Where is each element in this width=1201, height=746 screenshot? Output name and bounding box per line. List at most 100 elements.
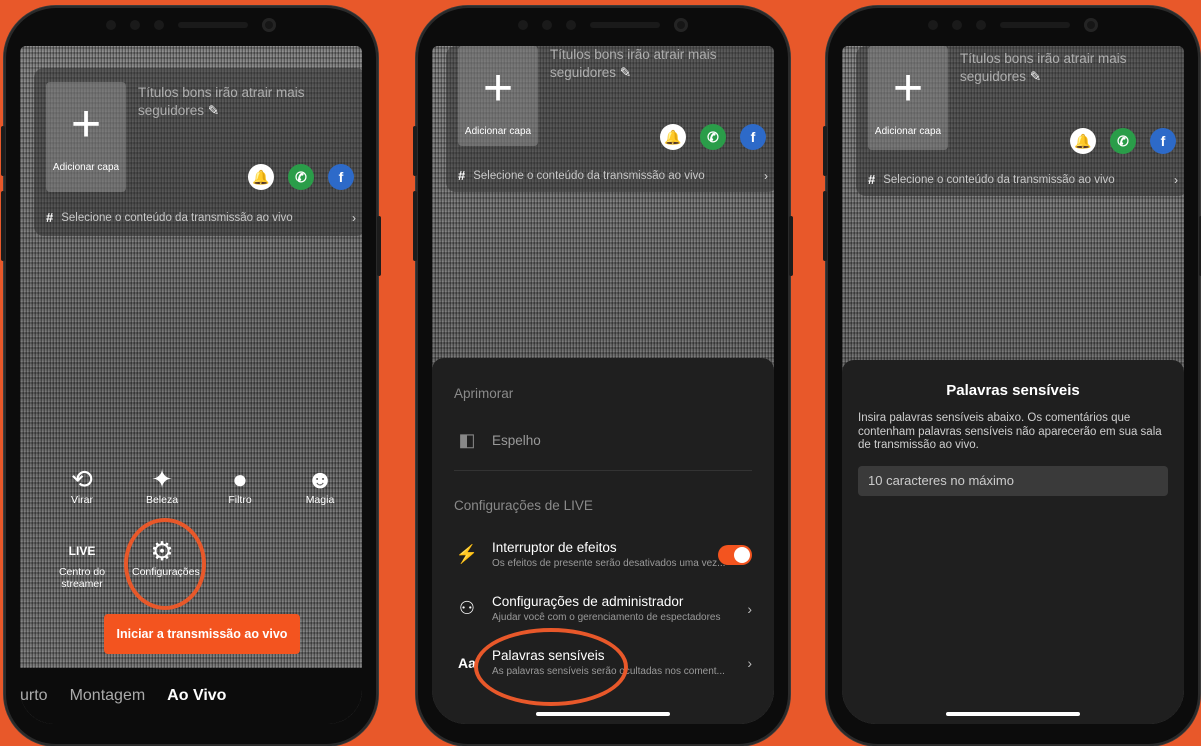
- home-indicator: [536, 712, 670, 716]
- select-content-row[interactable]: # Selecione o conteúdo da transmissão ao…: [868, 172, 1178, 187]
- volume-button: [413, 191, 417, 261]
- select-content-label: Selecione o conteúdo da transmissão ao v…: [883, 173, 1115, 186]
- facebook-icon[interactable]: f: [740, 124, 766, 150]
- chevron-right-icon: ›: [1174, 172, 1178, 187]
- hash-icon: #: [458, 168, 466, 183]
- tool-label: Centro do streamer: [58, 566, 106, 590]
- filter-icon: ●: [232, 464, 248, 494]
- live-info-card: + Adicionar capa Títulos bons irão atrai…: [446, 46, 774, 192]
- highlight-circle: [124, 518, 206, 610]
- tool-flip[interactable]: ⟲ Virar: [52, 464, 112, 506]
- title-placeholder: Títulos bons irão atrair mais seguidores: [550, 47, 717, 80]
- effects-toggle[interactable]: [718, 544, 752, 565]
- sheet-description: Insira palavras sensíveis abaixo. Os com…: [858, 412, 1162, 451]
- mirror-label: Espelho: [492, 433, 541, 448]
- add-cover-button[interactable]: + Adicionar capa: [458, 46, 538, 146]
- admin-settings-item[interactable]: ⚇ Configurações de administrador Ajudar …: [454, 594, 752, 623]
- live-info-card: + Adicionar capa Títulos bons irão atrai…: [856, 46, 1184, 196]
- whatsapp-icon[interactable]: ✆: [288, 164, 314, 190]
- admin-title: Configurações de administrador: [492, 594, 684, 609]
- camera-flip-icon: ⟲: [71, 464, 93, 494]
- mirror-icon: ◧: [458, 430, 476, 450]
- facebook-icon[interactable]: f: [1150, 128, 1176, 154]
- highlight-circle: [474, 628, 628, 706]
- camera-preview: + Adicionar capa Títulos bons irão atrai…: [842, 46, 1184, 724]
- phone-top-sensors: [928, 18, 1098, 32]
- title-placeholder: Títulos bons irão atrair mais seguidores: [138, 85, 305, 118]
- add-cover-button[interactable]: + Adicionar capa: [868, 46, 948, 150]
- admin-user-icon: ⚇: [458, 598, 476, 618]
- title-input[interactable]: Títulos bons irão atrair mais seguidores…: [960, 50, 1140, 86]
- chevron-right-icon: ›: [764, 168, 768, 183]
- title-input[interactable]: Títulos bons irão atrair mais seguidores…: [550, 46, 730, 82]
- add-cover-label: Adicionar capa: [464, 126, 532, 137]
- live-info-card: + Adicionar capa Títulos bons irão atrai…: [34, 68, 362, 236]
- share-icons: 🔔 ✆ f: [1070, 128, 1176, 154]
- phone-2: + Adicionar capa Títulos bons irão atrai…: [413, 6, 793, 746]
- phone-top-sensors: [518, 18, 688, 32]
- tool-label: Filtro: [228, 494, 252, 506]
- add-cover-label: Adicionar capa: [52, 162, 120, 173]
- camera-preview: + Adicionar capa Títulos bons irão atrai…: [432, 46, 774, 724]
- facebook-icon[interactable]: f: [328, 164, 354, 190]
- divider: [454, 470, 752, 471]
- phone-3: + Adicionar capa Títulos bons irão atrai…: [823, 6, 1201, 746]
- hash-icon: #: [46, 210, 54, 225]
- admin-subtitle: Ajudar você com o gerenciamento de espec…: [492, 612, 721, 623]
- title-placeholder: Títulos bons irão atrair mais seguidores: [960, 51, 1127, 84]
- add-cover-button[interactable]: + Adicionar capa: [46, 82, 126, 192]
- select-content-row[interactable]: # Selecione o conteúdo da transmissão ao…: [458, 168, 768, 183]
- select-content-label: Selecione o conteúdo da transmissão ao v…: [473, 169, 705, 182]
- bell-icon[interactable]: 🔔: [660, 124, 686, 150]
- magic-face-icon: ☻: [306, 464, 334, 494]
- select-content-label: Selecione o conteúdo da transmissão ao v…: [61, 211, 293, 224]
- plus-icon: +: [892, 59, 924, 117]
- tool-label: Magia: [305, 494, 335, 506]
- phone-1: + Adicionar capa Títulos bons irão atrai…: [1, 6, 381, 746]
- section-enhance: Aprimorar: [454, 386, 514, 401]
- tool-magic[interactable]: ☻ Magia: [290, 464, 350, 506]
- title-input[interactable]: Títulos bons irão atrair mais seguidores…: [138, 84, 318, 120]
- tool-filter[interactable]: ● Filtro: [210, 464, 270, 506]
- phone-top-sensors: [106, 18, 276, 32]
- whatsapp-icon[interactable]: ✆: [700, 124, 726, 150]
- tool-label: Virar: [71, 494, 93, 506]
- volume-button: [1, 191, 5, 261]
- share-icons: 🔔 ✆ f: [248, 164, 354, 190]
- plus-icon: +: [70, 95, 102, 153]
- power-button: [377, 216, 381, 276]
- settings-sheet: Aprimorar ◧ Espelho Configurações de LIV…: [432, 358, 774, 724]
- effects-title: Interruptor de efeitos: [492, 540, 617, 555]
- sensitive-words-sheet: Palavras sensíveis Insira palavras sensí…: [842, 360, 1184, 724]
- edit-icon: ✎: [619, 65, 632, 80]
- tab-short[interactable]: urto: [20, 687, 48, 705]
- chevron-right-icon: ›: [747, 654, 752, 671]
- tool-label: Beleza: [145, 494, 179, 506]
- tab-live[interactable]: Ao Vivo: [167, 687, 226, 705]
- chevron-right-icon: ›: [352, 210, 356, 225]
- section-live-settings: Configurações de LIVE: [454, 498, 593, 513]
- magic-wand-icon: ⚡: [455, 544, 479, 564]
- effects-switch-item[interactable]: ⚡ Interruptor de efeitos Os efeitos de p…: [454, 540, 752, 569]
- volume-button: [413, 126, 417, 176]
- volume-button: [823, 126, 827, 176]
- start-live-button[interactable]: Iniciar a transmissão ao vivo: [104, 614, 300, 654]
- tool-beauty[interactable]: ✦ Beleza: [132, 464, 192, 506]
- home-indicator: [946, 712, 1080, 716]
- power-button: [789, 216, 793, 276]
- edit-icon: ✎: [207, 103, 220, 118]
- select-content-row[interactable]: # Selecione o conteúdo da transmissão ao…: [46, 210, 356, 225]
- whatsapp-icon[interactable]: ✆: [1110, 128, 1136, 154]
- share-icons: 🔔 ✆ f: [660, 124, 766, 150]
- mirror-item[interactable]: ◧ Espelho: [454, 430, 752, 451]
- plus-icon: +: [482, 59, 514, 117]
- input-placeholder: 10 caracteres no máximo: [868, 473, 1014, 488]
- tool-streamer-center[interactable]: LIVE Centro do streamer: [52, 536, 112, 590]
- tab-montage[interactable]: Montagem: [70, 687, 146, 705]
- hash-icon: #: [868, 172, 876, 187]
- add-cover-label: Adicionar capa: [874, 126, 942, 137]
- bell-icon[interactable]: 🔔: [1070, 128, 1096, 154]
- bell-icon[interactable]: 🔔: [248, 164, 274, 190]
- effects-subtitle: Os efeitos de presente serão desativados…: [492, 558, 726, 569]
- sensitive-words-input[interactable]: 10 caracteres no máximo: [858, 466, 1168, 496]
